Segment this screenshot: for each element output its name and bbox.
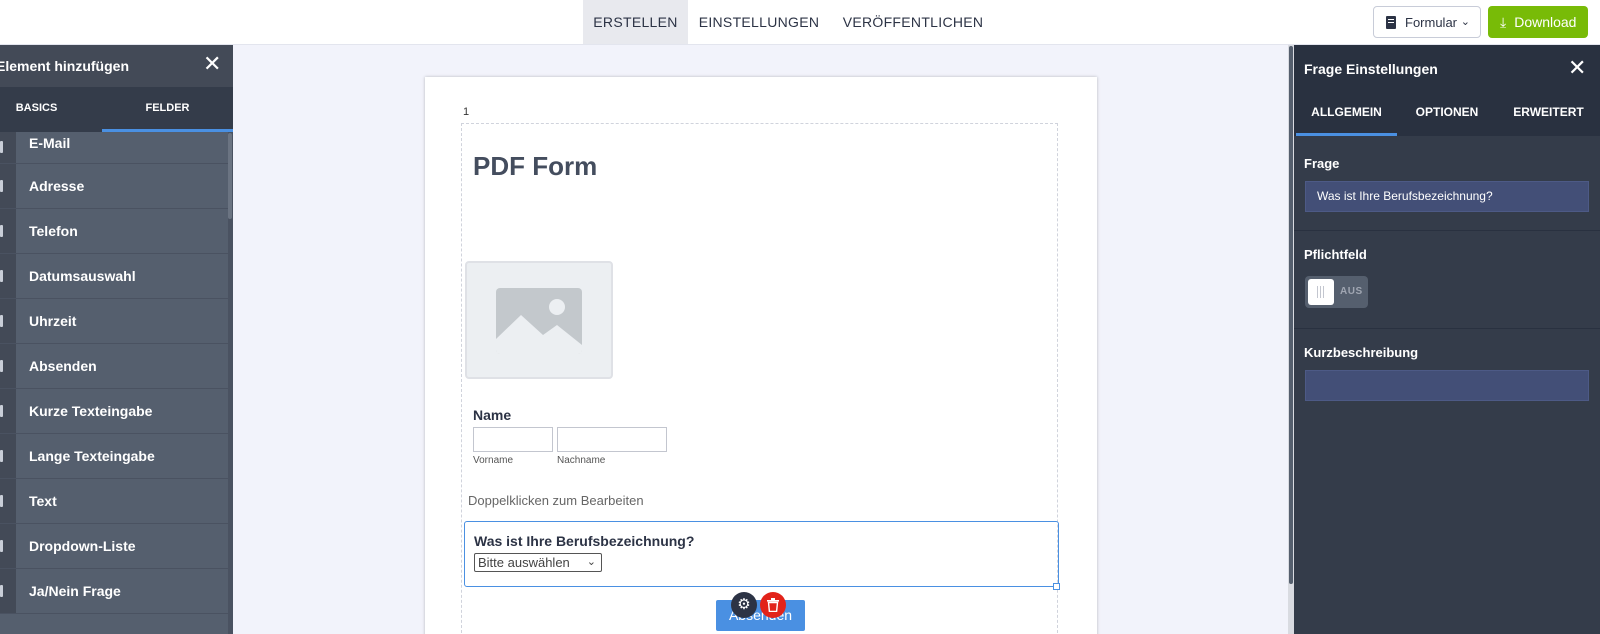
close-icon[interactable]: ✕ — [1568, 57, 1586, 79]
element-item-adresse[interactable]: Adresse — [0, 164, 228, 209]
tab-allgemein[interactable]: ALLGEMEIN — [1296, 91, 1397, 136]
formular-label: Formular — [1405, 14, 1458, 30]
job-title-select[interactable]: Bitte auswählen ⌄ — [474, 553, 602, 572]
element-tabs: BASICS FELDER — [0, 87, 233, 132]
element-label: Dropdown-Liste — [29, 538, 136, 554]
resize-handle[interactable] — [1053, 583, 1060, 590]
toggle-knob — [1308, 279, 1334, 305]
canvas-scroll-thumb[interactable] — [1289, 46, 1293, 584]
question-settings-panel: Frage Einstellungen ✕ ALLGEMEIN OPTIONEN… — [1294, 45, 1600, 634]
chevron-down-icon: ⌄ — [586, 556, 596, 568]
image-icon — [496, 288, 582, 354]
element-label: Lange Texteingabe — [29, 448, 155, 464]
text-icon — [0, 479, 16, 523]
form-page: 1 PDF Form Name Vorname Nachname Doppelk… — [425, 77, 1097, 634]
trash-icon[interactable] — [760, 592, 786, 618]
element-list: E-Mail Adresse Telefon Datumsauswahl Uhr… — [0, 132, 228, 614]
chevron-down-icon: ⌄ — [1460, 16, 1470, 28]
long-text-icon — [0, 434, 16, 478]
close-icon[interactable]: ✕ — [203, 53, 221, 75]
download-label: Download — [1514, 14, 1577, 30]
first-name-sublabel: Vorname — [473, 455, 514, 466]
required-toggle[interactable]: AUS — [1305, 276, 1368, 308]
selected-question-field[interactable]: Was ist Ihre Berufsbezeichnung? Bitte au… — [464, 521, 1059, 587]
frage-label: Frage — [1304, 156, 1340, 171]
element-label: Datumsauswahl — [29, 268, 136, 284]
element-item-email[interactable]: E-Mail — [0, 132, 228, 164]
double-click-edit-hint[interactable]: Doppelklicken zum Bearbeiten — [468, 493, 644, 508]
kurzbeschreibung-label: Kurzbeschreibung — [1304, 345, 1419, 360]
tab-felder[interactable]: FELDER — [102, 87, 233, 132]
page-number: 1 — [463, 106, 470, 118]
settings-header: Frage Einstellungen ✕ — [1294, 45, 1600, 91]
add-element-title: Element hinzufügen — [0, 58, 129, 74]
clock-icon — [0, 299, 16, 343]
settings-title: Frage Einstellungen — [1304, 61, 1438, 77]
element-label: E-Mail — [29, 135, 71, 151]
top-bar: ERSTELLEN EINSTELLUNGEN VERÖFFENTLICHEN … — [0, 0, 1600, 45]
element-item-absenden[interactable]: Absenden — [0, 344, 228, 389]
tab-erstellen[interactable]: ERSTELLEN — [583, 0, 688, 44]
calendar-icon — [0, 254, 16, 298]
short-description-input[interactable] — [1305, 370, 1589, 401]
element-item-lange-texteingabe[interactable]: Lange Texteingabe — [0, 434, 228, 479]
last-name-sublabel: Nachname — [557, 455, 606, 466]
add-element-header: Element hinzufügen ✕ — [0, 45, 233, 87]
pflichtfeld-label: Pflichtfeld — [1304, 247, 1367, 262]
yes-no-icon — [0, 569, 16, 613]
element-item-uhrzeit[interactable]: Uhrzeit — [0, 299, 228, 344]
formular-dropdown-button[interactable]: Formular ⌄ — [1373, 6, 1481, 38]
image-placeholder[interactable] — [465, 261, 613, 379]
tab-einstellungen[interactable]: EINSTELLUNGEN — [694, 0, 824, 44]
divider — [1294, 230, 1600, 231]
question-text-input[interactable]: Was ist Ihre Berufsbezeichnung? — [1305, 181, 1589, 212]
first-name-input[interactable] — [473, 427, 553, 452]
download-icon: ⤓ — [1500, 13, 1507, 30]
phone-icon — [0, 209, 16, 253]
email-icon — [0, 132, 16, 163]
document-icon — [1386, 15, 1396, 29]
element-label: Uhrzeit — [29, 313, 77, 329]
last-name-input[interactable] — [557, 427, 667, 452]
element-label: Telefon — [29, 223, 78, 239]
tab-basics[interactable]: BASICS — [0, 87, 73, 132]
element-label: Kurze Texteingabe — [29, 403, 153, 419]
add-element-panel: Element hinzufügen ✕ BASICS FELDER E-Mai… — [0, 45, 233, 634]
short-text-icon — [0, 389, 16, 433]
divider — [1294, 328, 1600, 329]
settings-tabs: ALLGEMEIN OPTIONEN ERWEITERT — [1294, 91, 1600, 136]
element-item-kurze-texteingabe[interactable]: Kurze Texteingabe — [0, 389, 228, 434]
download-button[interactable]: ⤓ Download — [1488, 6, 1588, 38]
element-item-ja-nein-frage[interactable]: Ja/Nein Frage — [0, 569, 228, 614]
tab-erweitert[interactable]: ERWEITERT — [1497, 91, 1600, 136]
element-item-text[interactable]: Text — [0, 479, 228, 524]
dropdown-icon — [0, 524, 16, 568]
gear-icon[interactable]: ⚙ — [731, 592, 757, 618]
element-label: Text — [29, 493, 57, 509]
tab-optionen[interactable]: OPTIONEN — [1397, 91, 1497, 136]
element-label: Absenden — [29, 358, 97, 374]
select-placeholder: Bitte auswählen — [478, 555, 570, 570]
element-item-telefon[interactable]: Telefon — [0, 209, 228, 254]
element-label: Ja/Nein Frage — [29, 583, 121, 599]
address-icon — [0, 164, 16, 208]
element-label: Adresse — [29, 178, 85, 194]
question-label[interactable]: Was ist Ihre Berufsbezeichnung? — [474, 533, 694, 549]
tab-veroeffentlichen[interactable]: VERÖFFENTLICHEN — [838, 0, 988, 44]
name-field-label: Name — [473, 407, 512, 423]
element-list-scroll-thumb[interactable] — [228, 133, 232, 219]
submit-icon — [0, 344, 16, 388]
form-title[interactable]: PDF Form — [473, 151, 597, 182]
toggle-state: AUS — [1340, 286, 1363, 297]
element-item-dropdown-liste[interactable]: Dropdown-Liste — [0, 524, 228, 569]
element-item-datumsauswahl[interactable]: Datumsauswahl — [0, 254, 228, 299]
